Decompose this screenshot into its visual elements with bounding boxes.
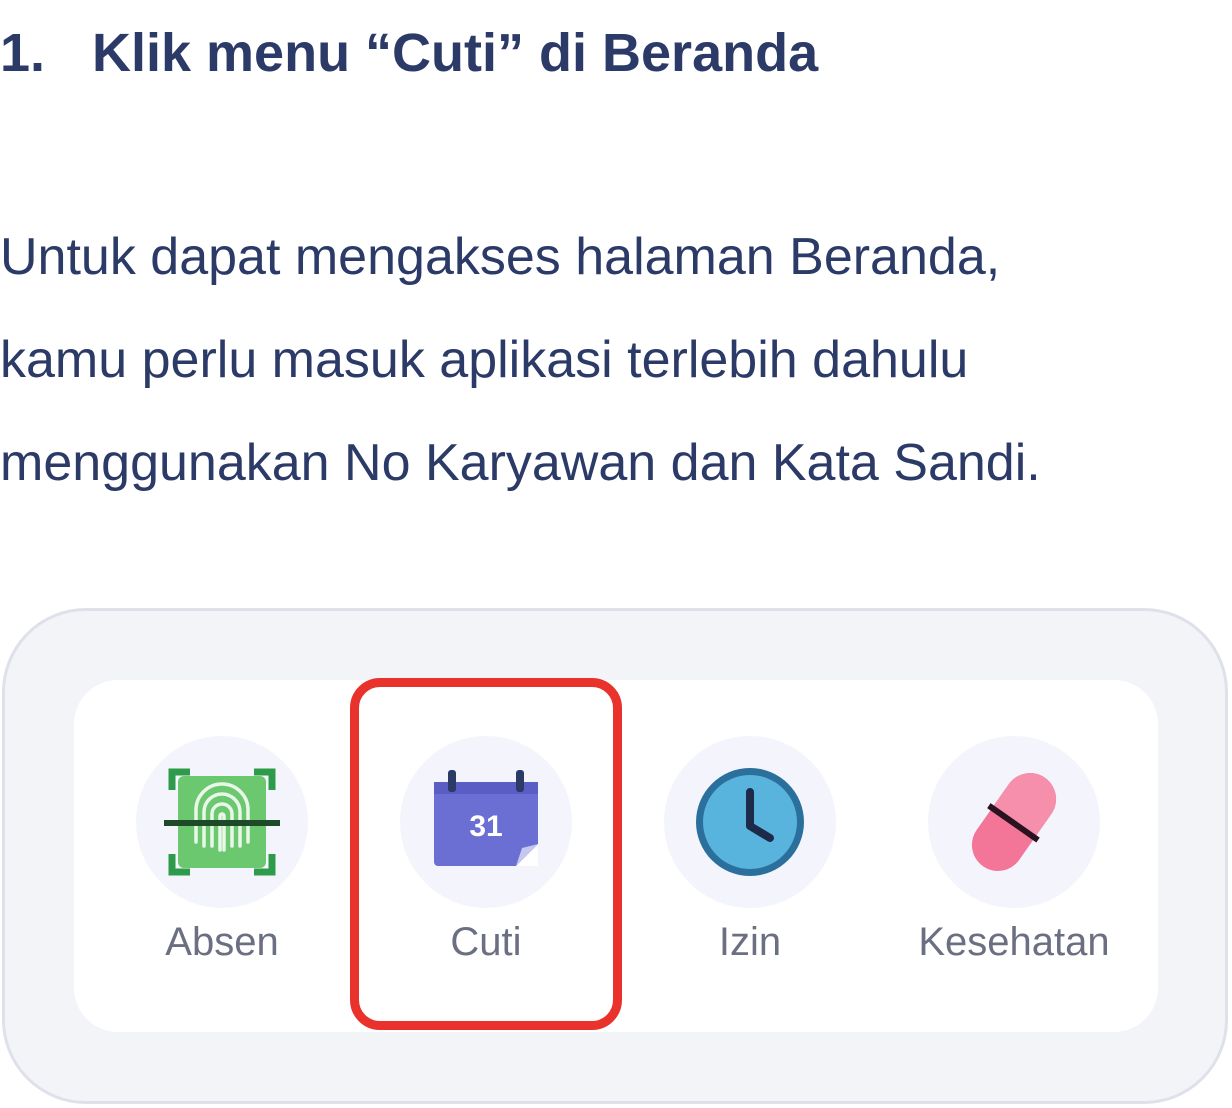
menu-item-izin[interactable]: Izin (618, 680, 882, 1032)
calendar-day-text: 31 (469, 810, 502, 843)
fingerprint-scan-icon (164, 768, 280, 876)
menu-item-label: Cuti (450, 920, 522, 964)
pill-icon (971, 773, 1057, 871)
icon-circle (136, 736, 308, 908)
step-heading: 1. Klik menu “Cuti” di Beranda (0, 18, 818, 88)
menu-item-absen[interactable]: Absen (90, 680, 354, 1032)
description-line: menggunakan No Karyawan dan Kata Sandi. (0, 434, 1041, 492)
description-line: kamu perlu masuk aplikasi terlebih dahul… (0, 331, 969, 389)
clock-icon (696, 768, 804, 876)
icon-circle: 31 (400, 736, 572, 908)
description-line: Untuk dapat mengakses halaman Beranda, (0, 228, 1001, 286)
step-title: Klik menu “Cuti” di Beranda (92, 23, 819, 83)
icon-circle (928, 736, 1100, 908)
menu-item-label: Izin (718, 920, 782, 964)
step-number: 1. (0, 23, 46, 83)
calendar-icon: 31 (434, 770, 538, 866)
icon-circle (664, 736, 836, 908)
step-description: Untuk dapat mengakses halaman Beranda, k… (0, 206, 1232, 515)
menu-item-cuti[interactable]: 31 Cuti (354, 680, 618, 1032)
menu-item-label: Absen (165, 920, 279, 964)
menu-item-label: Kesehatan (918, 920, 1110, 964)
home-menu-card: Absen 31 Cuti Izin Kesehatan (74, 680, 1158, 1032)
menu-item-kesehatan[interactable]: Kesehatan (882, 680, 1146, 1032)
